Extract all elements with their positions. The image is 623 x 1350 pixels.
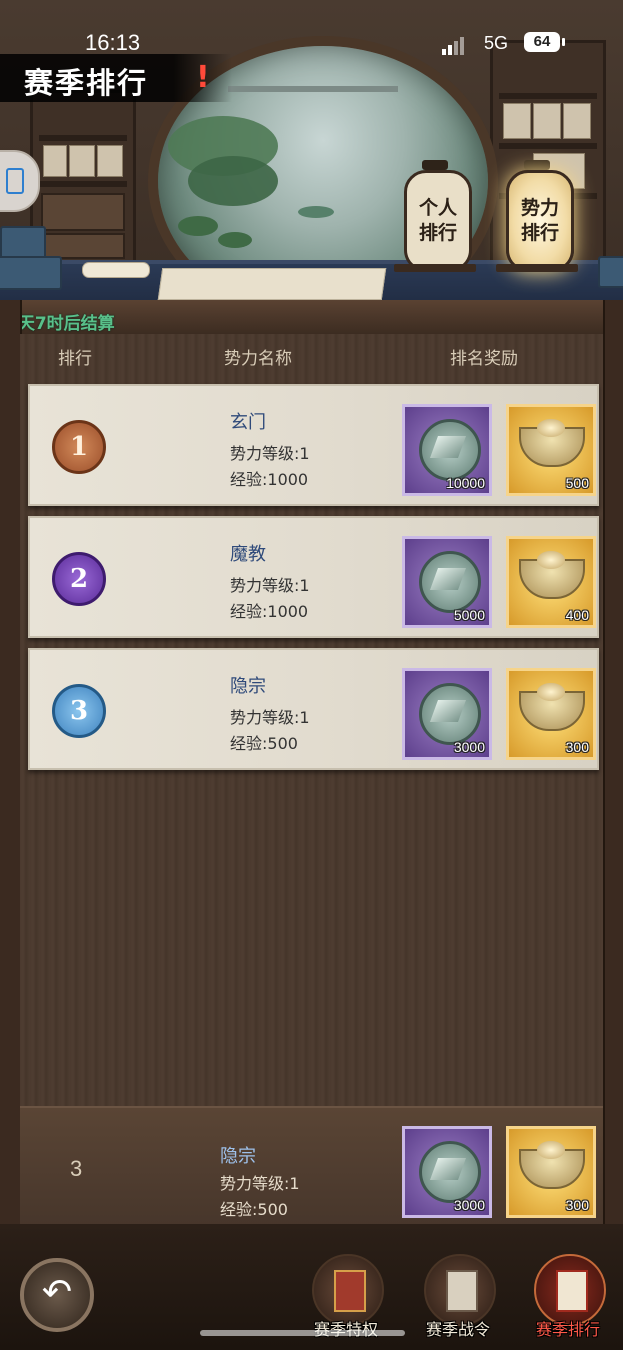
my-rank: 3 (70, 1156, 83, 1181)
tab-personal-ranking[interactable]: 个人 排行 (394, 160, 476, 278)
book-stack-lower (0, 256, 62, 290)
board-frame-right (603, 300, 623, 1250)
book-stack (0, 226, 46, 260)
alert-icon[interactable]: ! (196, 60, 216, 95)
my-faction-row: 3 隐宗 势力等级:1 经验:500 3000 300 (20, 1106, 603, 1228)
my-reward-ingot[interactable]: 300 (506, 1126, 596, 1218)
faction-name: 魔教 (230, 544, 266, 565)
jade-medal-icon (419, 683, 481, 745)
reward-qty: 500 (565, 475, 589, 491)
nav-season-ranking[interactable]: 赛季排行 (522, 1254, 614, 1340)
nav-season-privilege[interactable]: 赛季特权 (300, 1254, 392, 1340)
reward-ingot[interactable]: 500 (506, 404, 596, 496)
table-row[interactable]: 2 魔教 势力等级:1 经验:1000 5000 400 (28, 516, 599, 638)
reward-qty: 300 (565, 739, 589, 755)
gold-ingot-icon (519, 1141, 585, 1189)
column-rank-reward: 排名奖励 (450, 349, 518, 369)
tab-personal-label: 个人 排行 (418, 197, 457, 244)
my-faction-name: 隐宗 (220, 1146, 256, 1167)
faction-name: 玄门 (230, 412, 266, 433)
reward-token[interactable]: 5000 (402, 536, 492, 628)
tab-faction-ranking[interactable]: 势力 排行 (496, 160, 578, 278)
nav-label: 赛季战令 (425, 1320, 490, 1339)
reward-qty: 400 (565, 607, 589, 623)
my-faction-level: 势力等级:1 (220, 1174, 300, 1193)
column-faction-name: 势力名称 (224, 349, 292, 369)
signal-icon (442, 36, 466, 55)
tab-faction-label: 势力 排行 (520, 197, 559, 244)
my-reward-token[interactable]: 3000 (402, 1126, 492, 1218)
reward-qty: 3000 (453, 1197, 485, 1213)
reward-token[interactable]: 10000 (402, 404, 492, 496)
back-arrow-icon[interactable]: ↶ (20, 1258, 94, 1332)
rank-3-medal-icon: 3 (52, 684, 106, 738)
rank-2-medal-icon: 2 (52, 552, 106, 606)
reward-token[interactable]: 3000 (402, 668, 492, 760)
table-header: 排行 势力名称 排名奖励 (20, 336, 603, 376)
reward-qty: 5000 (453, 607, 485, 623)
faction-level: 势力等级:1 (230, 576, 310, 595)
gold-ingot-icon (519, 683, 585, 731)
board-frame-left (0, 300, 22, 1250)
reward-qty: 10000 (446, 475, 485, 491)
gold-ingot-icon (519, 419, 585, 467)
book-icon (6, 168, 24, 194)
scroll-decoration (82, 262, 150, 278)
reward-ingot[interactable]: 300 (506, 668, 596, 760)
reward-qty: 300 (565, 1197, 589, 1213)
faction-exp: 经验:1000 (230, 602, 309, 621)
book-stack-right (598, 256, 623, 288)
network-type: 5G (484, 33, 509, 53)
faction-exp: 经验:500 (230, 734, 298, 753)
reward-qty: 3000 (453, 739, 485, 755)
battery-icon: 64 (524, 32, 565, 52)
jade-medal-icon (419, 551, 481, 613)
faction-name: 隐宗 (230, 676, 266, 697)
gold-ingot-icon (519, 551, 585, 599)
status-time: 16:13 (85, 30, 141, 55)
nav-season-pass[interactable]: 赛季战令 (412, 1254, 504, 1340)
jade-medal-icon (419, 419, 481, 481)
column-rank: 排行 (58, 349, 92, 369)
reward-ingot[interactable]: 400 (506, 536, 596, 628)
nav-label: 赛季排行 (535, 1320, 600, 1339)
paper-decoration (157, 268, 387, 300)
faction-exp: 经验:1000 (230, 470, 309, 489)
my-faction-exp: 经验:500 (220, 1200, 288, 1219)
faction-level: 势力等级:1 (230, 708, 310, 727)
nav-label: 赛季特权 (294, 1316, 398, 1340)
table-row[interactable]: 1 玄门 势力等级:1 经验:1000 10000 500 (28, 384, 599, 506)
jade-medal-icon (419, 1141, 481, 1203)
table-row[interactable]: 3 隐宗 势力等级:1 经验:500 3000 300 (28, 648, 599, 770)
home-indicator[interactable] (200, 1330, 405, 1336)
page-title: 赛季排行 (24, 66, 149, 100)
rank-1-medal-icon: 1 (52, 420, 106, 474)
settlement-countdown: 5天7时后结算 (6, 314, 115, 334)
faction-level: 势力等级:1 (230, 444, 310, 463)
